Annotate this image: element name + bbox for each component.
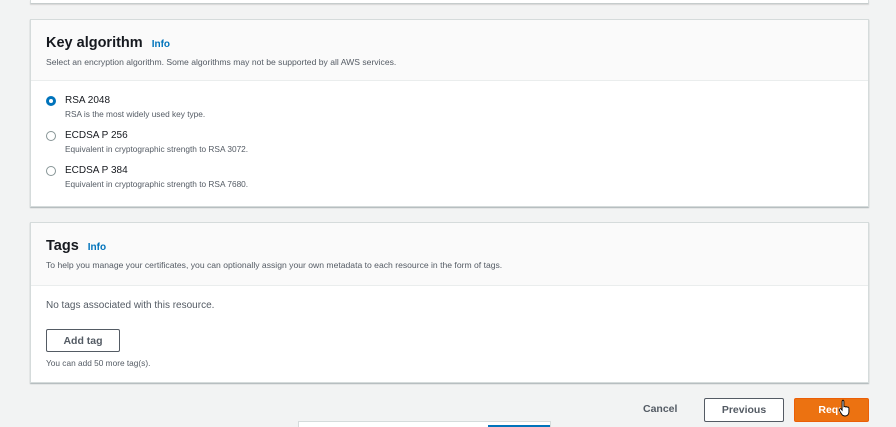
radio-button[interactable] <box>46 131 56 141</box>
radio-button-checked[interactable] <box>46 96 56 106</box>
no-tags-message: No tags associated with this resource. <box>46 300 215 311</box>
previous-panel-edge <box>30 0 869 4</box>
tags-info-link[interactable]: Info <box>88 242 106 253</box>
key-algorithm-info-link[interactable]: Info <box>152 39 170 50</box>
request-certificate-page: Key algorithm Info Select an encryption … <box>0 0 896 427</box>
radio-option-ecdsa-p256[interactable]: ECDSA P 256 Equivalent in cryptographic … <box>46 129 853 164</box>
radio-description: Equivalent in cryptographic strength to … <box>65 144 249 154</box>
tags-header: Tags Info To help you manage your certif… <box>31 223 868 286</box>
radio-label: ECDSA P 384 <box>65 165 128 176</box>
key-algorithm-title: Key algorithm <box>46 35 143 51</box>
tag-limit-hint: You can add 50 more tag(s). <box>46 358 151 368</box>
radio-label: ECDSA P 256 <box>65 130 128 141</box>
radio-button[interactable] <box>46 166 56 176</box>
previous-button[interactable]: Previous <box>704 398 784 422</box>
key-algorithm-panel: Key algorithm Info Select an encryption … <box>30 19 869 207</box>
request-button[interactable]: Requ <box>794 398 869 422</box>
radio-description: Equivalent in cryptographic strength to … <box>65 179 249 189</box>
key-algorithm-description: Select an encryption algorithm. Some alg… <box>46 57 397 67</box>
radio-label: RSA 2048 <box>65 95 111 106</box>
radio-description: RSA is the most widely used key type. <box>65 109 206 119</box>
cancel-button[interactable]: Cancel <box>643 403 677 415</box>
add-tag-button[interactable]: Add tag <box>46 329 120 352</box>
tags-description: To help you manage your certificates, yo… <box>46 260 503 270</box>
tags-panel: Tags Info To help you manage your certif… <box>30 222 869 383</box>
key-algorithm-radio-group: RSA 2048 RSA is the most widely used key… <box>31 81 868 199</box>
tags-title: Tags <box>46 238 79 254</box>
radio-option-rsa-2048[interactable]: RSA 2048 RSA is the most widely used key… <box>46 94 853 129</box>
radio-option-ecdsa-p384[interactable]: ECDSA P 384 Equivalent in cryptographic … <box>46 164 853 199</box>
key-algorithm-header: Key algorithm Info Select an encryption … <box>31 20 868 81</box>
